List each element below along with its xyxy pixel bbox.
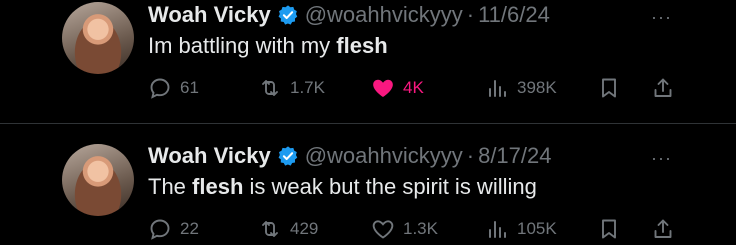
reply-icon bbox=[150, 78, 170, 99]
like-button[interactable]: 1.3K bbox=[371, 217, 438, 241]
retweet-count: 429 bbox=[290, 219, 319, 238]
retweet-icon bbox=[262, 80, 278, 96]
author-name[interactable]: Woah Vicky bbox=[148, 2, 271, 28]
verified-badge-icon bbox=[278, 146, 297, 166]
views-button[interactable]: 105K bbox=[485, 217, 557, 241]
views-count: 105K bbox=[517, 219, 557, 238]
share-icon bbox=[654, 78, 672, 97]
retweet-icon bbox=[262, 221, 278, 237]
share-button[interactable] bbox=[651, 217, 683, 241]
heart-filled-icon bbox=[373, 79, 393, 97]
retweet-count: 1.7K bbox=[290, 78, 325, 97]
tweet-header: Woah Vicky @woahhvickyyy · 11/6/24 bbox=[148, 0, 550, 30]
retweet-button[interactable]: 429 bbox=[258, 217, 318, 241]
like-button[interactable]: 4K bbox=[371, 76, 424, 100]
more-options-icon[interactable]: ··· bbox=[651, 7, 672, 28]
action-bar: 22 429 1.3K 105K bbox=[148, 217, 688, 243]
more-options-icon[interactable]: ··· bbox=[651, 148, 672, 169]
tweet-text-segment: is weak but the spirit is willing bbox=[243, 174, 537, 199]
author-handle[interactable]: @woahhvickyyy bbox=[305, 143, 463, 169]
tweet[interactable]: Woah Vicky @woahhvickyyy · 11/6/24 ··· I… bbox=[0, 0, 736, 123]
reply-count: 22 bbox=[180, 219, 199, 238]
reply-count: 61 bbox=[180, 78, 199, 97]
tweet-header: Woah Vicky @woahhvickyyy · 8/17/24 bbox=[148, 141, 551, 171]
tweet-text-bold: flesh bbox=[336, 33, 388, 58]
action-bar: 61 1.7K 4K 398K bbox=[148, 76, 688, 102]
verified-badge-icon bbox=[278, 5, 297, 25]
tweet-text-segment: Im battling with my bbox=[148, 33, 337, 58]
views-icon bbox=[489, 80, 506, 97]
share-button[interactable] bbox=[651, 76, 683, 100]
retweet-button[interactable]: 1.7K bbox=[258, 76, 325, 100]
avatar[interactable] bbox=[62, 2, 134, 74]
reply-button[interactable]: 22 bbox=[148, 217, 199, 241]
views-button[interactable]: 398K bbox=[485, 76, 557, 100]
author-name[interactable]: Woah Vicky bbox=[148, 143, 271, 169]
separator-dot: · bbox=[466, 143, 475, 168]
separator-dot: · bbox=[466, 2, 475, 27]
bookmark-icon bbox=[602, 219, 616, 239]
like-count: 1.3K bbox=[403, 219, 438, 238]
tweet-date[interactable]: 8/17/24 bbox=[478, 143, 551, 169]
avatar[interactable] bbox=[62, 144, 134, 216]
tweet-text-segment: The bbox=[148, 174, 193, 199]
bookmark-icon bbox=[602, 78, 616, 98]
views-icon bbox=[489, 221, 506, 238]
like-count: 4K bbox=[403, 78, 424, 97]
bookmark-button[interactable] bbox=[597, 217, 629, 241]
tweet-text-bold: flesh bbox=[192, 174, 244, 199]
bookmark-button[interactable] bbox=[597, 76, 629, 100]
views-count: 398K bbox=[517, 78, 557, 97]
reply-button[interactable]: 61 bbox=[148, 76, 199, 100]
heart-outline-icon bbox=[372, 220, 394, 239]
share-icon bbox=[654, 219, 672, 238]
tweet-text: The flesh is weak but the spirit is will… bbox=[148, 174, 537, 200]
author-handle[interactable]: @woahhvickyyy bbox=[305, 2, 463, 28]
tweet-text: Im battling with my flesh bbox=[148, 33, 388, 59]
reply-icon bbox=[150, 219, 170, 240]
tweet[interactable]: Woah Vicky @woahhvickyyy · 8/17/24 ··· T… bbox=[0, 124, 736, 245]
tweet-date[interactable]: 11/6/24 bbox=[478, 2, 550, 28]
